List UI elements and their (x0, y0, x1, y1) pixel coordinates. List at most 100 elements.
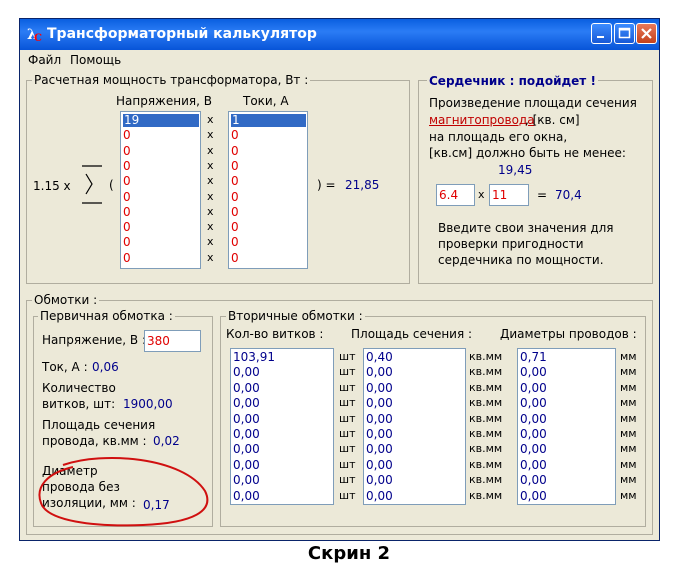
close-button[interactable] (636, 23, 657, 44)
current-item[interactable]: 0 (231, 144, 239, 158)
times-sign: x (207, 235, 214, 249)
secondary-turns-item[interactable]: 0,00 (233, 458, 260, 472)
current-list[interactable]: 1000000000 (228, 111, 308, 269)
secondary-turns-item[interactable]: 0,00 (233, 428, 260, 441)
current-item[interactable]: 0 (231, 190, 239, 204)
secondary-diam-list[interactable]: 0,71 0,00 0,00 0,00 0,00 0,00 0,00 0,00 0,00 0,00 (517, 348, 616, 505)
times-sign: x (207, 158, 214, 172)
voltage-item[interactable]: 0 (123, 129, 131, 142)
app-icon: λ C (27, 27, 42, 43)
unit-mm: мм (620, 411, 637, 425)
unit-mm: мм (620, 488, 637, 502)
secondary-diam-item[interactable]: 0,00 (520, 397, 547, 410)
secondary-section-item[interactable]: 0,00 (366, 458, 393, 472)
current-item[interactable]: 0 (231, 129, 239, 142)
voltage-list[interactable]: 19 0 0 0 0 0 0 0 0 0 (120, 111, 201, 269)
secondary-turns-item[interactable]: 0,00 (233, 381, 260, 395)
maximize-icon (618, 27, 631, 39)
secondary-turns-item[interactable]: 103,91 (233, 351, 275, 364)
times-sign: x (207, 113, 214, 126)
secondary-section-item[interactable]: 0,40 (366, 351, 393, 364)
red-ellipse-annotation (38, 456, 209, 527)
secondary-section-item[interactable]: 0,00 (366, 366, 393, 379)
secondary-section-item[interactable]: 0,00 (366, 443, 393, 456)
current-item[interactable]: 0 (231, 221, 239, 234)
core-text-3: на площадь его окна, (429, 130, 568, 144)
unit-mm: мм (620, 380, 637, 394)
secondary-turns-item[interactable]: 0,00 (233, 412, 260, 426)
times-column: xxxxxxxxxx (207, 113, 217, 269)
secondary-diam-item[interactable]: 0,00 (520, 381, 547, 395)
secondary-turns-list[interactable]: 103,91 0,00 0,00 0,00 0,00 0,00 0,00 0,00 0,00 0,… (230, 348, 334, 505)
secondary-turns-item[interactable]: 0,00 (233, 443, 260, 456)
core-hint-3: сердечника по мощности. (438, 253, 604, 267)
core-text-2: , [кв. см] (525, 113, 580, 127)
core-min-value: 19,45 (498, 163, 533, 177)
unit-sqmm-column: кв.мм кв.мм кв.мм кв.мм кв.мм кв.мм кв.мм кв.мм… (469, 350, 511, 506)
primary-section-label-2: провода, кв.мм : (42, 434, 147, 448)
primary-section-value: 0,02 (153, 434, 180, 448)
voltage-item[interactable]: 0 (123, 144, 131, 158)
secondary-section-item[interactable]: 0,00 (366, 412, 393, 426)
app-window: λ C Трансформаторный калькулятор Файл По… (19, 18, 660, 541)
unit-mm: мм (620, 350, 637, 363)
secondary-section-list[interactable]: 0,40 0,00 0,00 0,00 0,00 0,00 0,00 0,00 0,00 0,00 (363, 348, 466, 505)
secondary-turns-item[interactable]: 0,00 (233, 474, 260, 487)
current-item[interactable]: 1 (231, 114, 306, 127)
voltage-item[interactable]: 0 (123, 236, 131, 249)
primary-group-label: Первичная обмотка : (38, 309, 175, 323)
secondary-section-item[interactable]: 0,00 (366, 381, 393, 395)
secondary-diam-item[interactable]: 0,71 (520, 351, 547, 364)
core-equals: = (537, 188, 548, 202)
times-sign: x (207, 143, 214, 157)
menu-file[interactable]: Файл (28, 53, 61, 67)
primary-voltage-label: Напряжение, В : (42, 333, 146, 347)
voltage-item[interactable]: 0 (123, 159, 131, 173)
voltage-item[interactable]: 0 (123, 175, 131, 188)
maximize-button[interactable] (614, 23, 635, 44)
window-title: Трансформаторный калькулятор (47, 26, 317, 42)
voltage-item[interactable]: 0 (123, 221, 131, 234)
unit-mm: мм (620, 442, 637, 456)
secondary-diam-item[interactable]: 0,00 (520, 366, 547, 379)
secondary-section-item[interactable]: 0,00 (366, 474, 393, 487)
current-item[interactable]: 0 (231, 236, 239, 249)
menu-help[interactable]: Помощь (70, 53, 121, 67)
voltage-item[interactable]: 0 (123, 205, 131, 219)
current-item[interactable]: 0 (231, 175, 239, 188)
secondary-turns-item[interactable]: 0,00 (233, 397, 260, 410)
secondary-diam-item[interactable]: 0,00 (520, 489, 547, 503)
secondary-diam-item[interactable]: 0,00 (520, 428, 547, 441)
primary-voltage-input[interactable]: 380 (144, 330, 201, 352)
title-bar[interactable]: λ C Трансформаторный калькулятор (20, 19, 659, 50)
secondary-section-item[interactable]: 0,00 (366, 489, 393, 503)
core-link[interactable]: магнитопровода (429, 113, 535, 127)
unit-sqmm: кв.мм (469, 350, 503, 363)
current-item[interactable]: 0 (231, 205, 239, 219)
core-area-input-b[interactable]: 11 (489, 184, 529, 206)
secondary-group-label: Вторичные обмотки : (226, 309, 365, 323)
secondary-diam-item[interactable]: 0,00 (520, 443, 547, 456)
secondary-section-item[interactable]: 0,00 (366, 428, 393, 441)
minimize-button[interactable] (591, 23, 612, 44)
unit-sqmm: кв.мм (469, 365, 503, 379)
unit-sqmm: кв.мм (469, 380, 503, 394)
unit-sqmm: кв.мм (469, 442, 503, 456)
coefficient-label: 1.15 x (33, 179, 71, 193)
unit-mm: мм (620, 473, 637, 487)
secondary-turns-item[interactable]: 0,00 (233, 489, 260, 503)
voltage-item[interactable]: 0 (123, 190, 131, 204)
unit-mm: мм (620, 427, 637, 440)
secondary-section-item[interactable]: 0,00 (366, 397, 393, 410)
close-icon (641, 28, 652, 39)
voltage-item[interactable]: 0 (123, 251, 131, 265)
core-area-input-a[interactable]: 6.4 (436, 184, 475, 206)
voltage-item[interactable]: 19 (123, 114, 199, 127)
secondary-diam-item[interactable]: 0,00 (520, 458, 547, 472)
secondary-diam-item[interactable]: 0,00 (520, 412, 547, 426)
secondary-diam-item[interactable]: 0,00 (520, 474, 547, 487)
current-item[interactable]: 0 (231, 159, 239, 173)
secondary-turns-item[interactable]: 0,00 (233, 366, 260, 379)
current-item[interactable]: 0 (231, 251, 239, 265)
unit-pcs: шт (339, 427, 356, 440)
